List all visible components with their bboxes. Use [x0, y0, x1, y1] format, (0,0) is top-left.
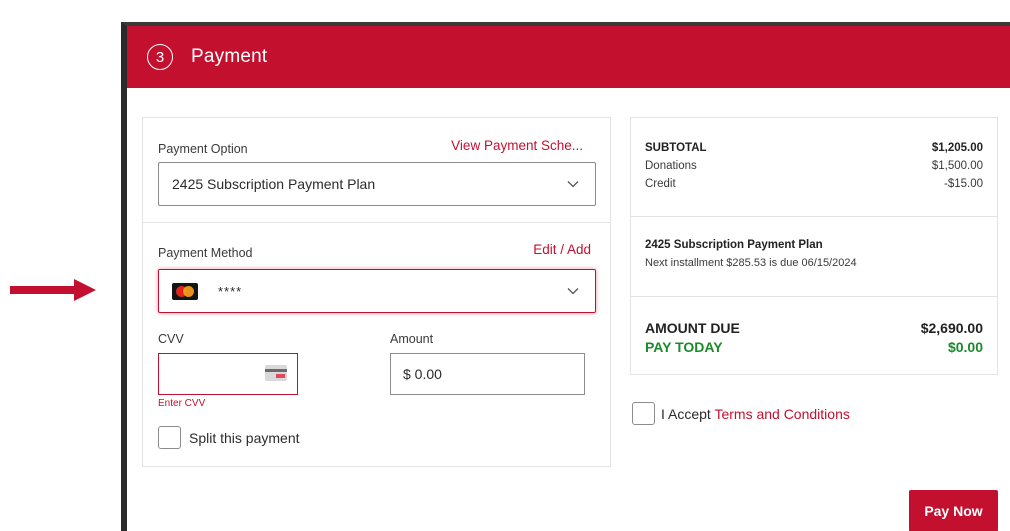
summary-divider: [631, 216, 997, 217]
amount-value: $ 0.00: [403, 366, 442, 382]
payment-form-panel: Payment Option View Payment Sche... 2425…: [142, 117, 611, 467]
pay-now-button[interactable]: Pay Now: [909, 490, 998, 531]
chevron-down-icon: [567, 181, 579, 188]
amount-due-label: AMOUNT DUE: [645, 320, 740, 336]
payment-step-container: 3 Payment Payment Option View Payment Sc…: [121, 22, 1010, 531]
terms-and-conditions-link[interactable]: Terms and Conditions: [714, 406, 849, 422]
amount-label: Amount: [390, 332, 434, 346]
accept-terms-checkbox[interactable]: [632, 402, 655, 425]
payment-option-value: 2425 Subscription Payment Plan: [172, 176, 376, 192]
card-back-icon: [265, 365, 287, 381]
pay-today-label: PAY TODAY: [645, 339, 723, 355]
mastercard-icon: [172, 282, 198, 300]
cvv-label: CVV: [158, 332, 184, 346]
order-summary-panel: SUBTOTAL $1,205.00 Donations $1,500.00 C…: [630, 117, 998, 375]
summary-divider: [631, 296, 997, 297]
cvv-input[interactable]: [158, 353, 298, 395]
accept-terms-label: I Accept Terms and Conditions: [661, 406, 850, 422]
payment-option-select[interactable]: 2425 Subscription Payment Plan: [158, 162, 596, 206]
pay-today-value: $0.00: [947, 339, 983, 355]
payment-method-select[interactable]: ****: [158, 269, 596, 313]
edit-add-payment-link[interactable]: Edit / Add: [533, 242, 591, 257]
chevron-down-icon: [567, 288, 579, 295]
page: 3 Payment Payment Option View Payment Sc…: [0, 0, 1010, 531]
plan-installment-note: Next installment $285.53 is due 06/15/20…: [645, 257, 857, 269]
split-payment-checkbox[interactable]: [158, 426, 181, 449]
subtotal-label: SUBTOTAL: [645, 142, 707, 154]
pay-today-row: PAY TODAY $0.00: [645, 339, 983, 355]
payment-method-label: Payment Method: [158, 246, 253, 260]
split-payment-label: Split this payment: [189, 430, 300, 446]
subtotal-value: $1,205.00: [931, 142, 983, 154]
donations-label: Donations: [645, 160, 697, 172]
subtotal-row: SUBTOTAL $1,205.00: [645, 142, 983, 154]
section-divider: [143, 222, 610, 223]
credit-value: -$15.00: [943, 178, 983, 190]
cvv-error-message: Enter CVV: [158, 398, 206, 409]
plan-title: 2425 Subscription Payment Plan: [645, 239, 823, 251]
amount-due-value: $2,690.00: [920, 320, 983, 336]
amount-due-row: AMOUNT DUE $2,690.00: [645, 320, 983, 336]
pointer-arrow-icon: [10, 279, 96, 301]
step-number-badge: 3: [147, 44, 173, 70]
card-masked-number: ****: [218, 283, 243, 299]
credit-row: Credit -$15.00: [645, 178, 983, 190]
accept-terms-prefix: I Accept: [661, 406, 715, 422]
step-title: Payment: [191, 46, 268, 67]
payment-header: 3 Payment: [127, 26, 1010, 88]
amount-input[interactable]: $ 0.00: [390, 353, 585, 395]
donations-row: Donations $1,500.00: [645, 160, 983, 172]
donations-value: $1,500.00: [931, 160, 983, 172]
payment-option-label: Payment Option: [158, 142, 248, 156]
credit-label: Credit: [645, 178, 676, 190]
view-payment-schedule-link[interactable]: View Payment Sche...: [451, 138, 583, 153]
